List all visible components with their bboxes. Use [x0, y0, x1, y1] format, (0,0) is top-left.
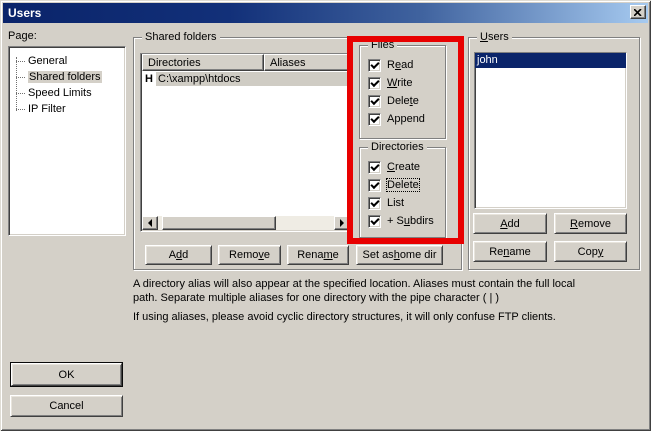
title-bar[interactable]: Users [3, 3, 648, 23]
list-checkbox[interactable] [368, 197, 381, 210]
file-delete-checkbox-row: Delete [368, 94, 419, 108]
subdirs-checkbox-row: + Subdirs [368, 214, 434, 228]
users-dialog: Users Page: General Shared folders Speed… [0, 0, 651, 431]
shared-folders-group-label: Shared folders [142, 31, 220, 43]
file-delete-checkbox[interactable] [368, 95, 381, 108]
files-group: Files Read Write Delete Append [359, 45, 446, 139]
folder-add-button[interactable]: Add [145, 245, 212, 265]
create-checkbox-row: Create [368, 160, 420, 174]
read-checkbox[interactable] [368, 59, 381, 72]
directories-group: Directories Create Delete List + Subdirs [359, 147, 446, 238]
page-item-general[interactable]: General [9, 53, 125, 69]
close-button[interactable] [630, 5, 646, 19]
list-checkbox-row: List [368, 196, 404, 210]
user-add-button[interactable]: Add [473, 213, 547, 234]
write-checkbox[interactable] [368, 77, 381, 90]
close-icon [634, 9, 642, 16]
dir-delete-checkbox-row: Delete [368, 178, 419, 192]
users-list[interactable]: john [474, 52, 627, 209]
directory-row[interactable]: H C:\xampp\htdocs [142, 71, 350, 87]
home-flag: H [142, 73, 156, 85]
create-checkbox[interactable] [368, 161, 381, 174]
write-checkbox-row: Write [368, 76, 412, 90]
user-copy-button[interactable]: Copy [554, 241, 627, 262]
page-item-shared-folders[interactable]: Shared folders [9, 69, 125, 85]
set-as-home-dir-button[interactable]: Set as home dir [356, 245, 443, 265]
directory-path: C:\xampp\htdocs [156, 72, 350, 86]
cancel-button[interactable]: Cancel [10, 395, 123, 417]
page-label: Page: [8, 30, 37, 42]
folder-remove-button[interactable]: Remove [218, 245, 281, 265]
alias-note-line1: A directory alias will also appear at th… [133, 277, 575, 291]
alias-note-line2: path. Separate multiple aliases for one … [133, 291, 499, 305]
column-header-aliases[interactable]: Aliases [264, 54, 350, 71]
scroll-right-button[interactable] [334, 216, 350, 230]
page-item-speed-limits[interactable]: Speed Limits [9, 85, 125, 101]
subdirs-checkbox[interactable] [368, 215, 381, 228]
read-checkbox-row: Read [368, 58, 413, 72]
append-checkbox[interactable] [368, 113, 381, 126]
page-item-ip-filter[interactable]: IP Filter [9, 101, 125, 117]
user-item-john[interactable]: john [475, 53, 626, 68]
column-header-directories[interactable]: Directories [142, 54, 264, 71]
user-rename-button[interactable]: Rename [473, 241, 547, 262]
window-title: Users [8, 6, 41, 20]
directories-group-label: Directories [368, 141, 427, 153]
files-group-label: Files [368, 39, 397, 51]
folder-rename-button[interactable]: Rename [287, 245, 349, 265]
scrollbar-thumb[interactable] [162, 216, 276, 230]
directory-list: Directories Aliases H C:\xampp\htdocs [140, 53, 352, 232]
user-remove-button[interactable]: Remove [554, 213, 627, 234]
ok-button-default-frame: OK [10, 362, 123, 387]
ok-button[interactable]: OK [11, 363, 122, 386]
append-checkbox-row: Append [368, 112, 425, 126]
scroll-left-button[interactable] [142, 216, 158, 230]
users-group-label: Users [477, 31, 512, 43]
cyclic-note: If using aliases, please avoid cyclic di… [133, 310, 556, 324]
scroll-left-icon [148, 219, 152, 227]
horizontal-scrollbar[interactable] [142, 216, 350, 230]
dir-delete-checkbox[interactable] [368, 179, 381, 192]
page-list[interactable]: General Shared folders Speed Limits IP F… [8, 46, 126, 236]
scroll-right-icon [340, 219, 344, 227]
